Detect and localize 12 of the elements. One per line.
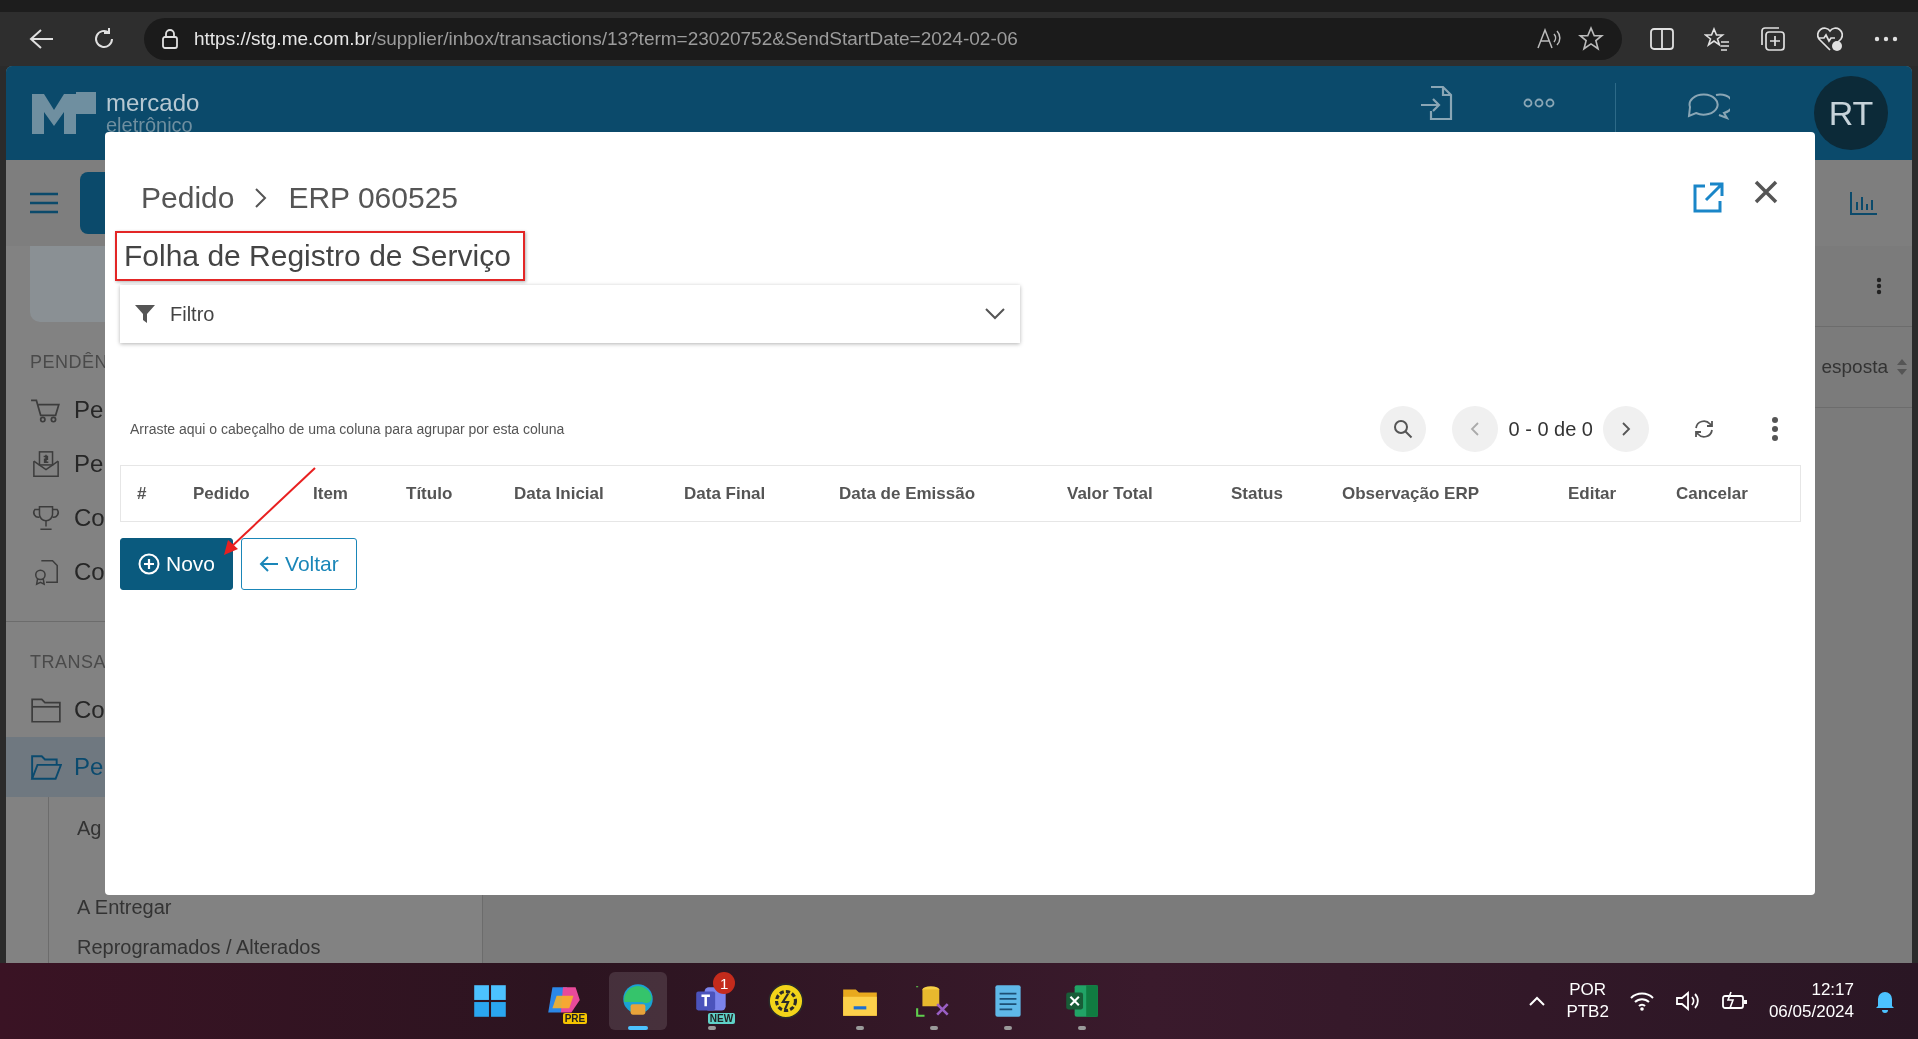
app-tag: PRE: [562, 1013, 588, 1024]
section-heading: Folha de Registro de Serviço: [115, 231, 525, 281]
app-tag: NEW: [707, 1013, 736, 1024]
logo-subtext: eletrônico: [106, 115, 194, 135]
logo-text: mercado: [106, 91, 200, 115]
group-hint: Arraste aqui o cabeçalho de uma coluna para agrupar por esta coluna: [129, 421, 566, 437]
breadcrumb-current: ERP 060525: [288, 181, 458, 215]
url-text: https://stg.me.com.br/supplier/inbox/transactions/13?term=23020752&SendStartDate=2024-02-06: [194, 28, 1018, 50]
section-title: PENDÊN: [29, 351, 109, 374]
section-title: TRANSA: [29, 651, 107, 674]
notification-badge: 1: [713, 972, 736, 994]
pager-text: 0 - 0 de 0: [1508, 417, 1593, 441]
